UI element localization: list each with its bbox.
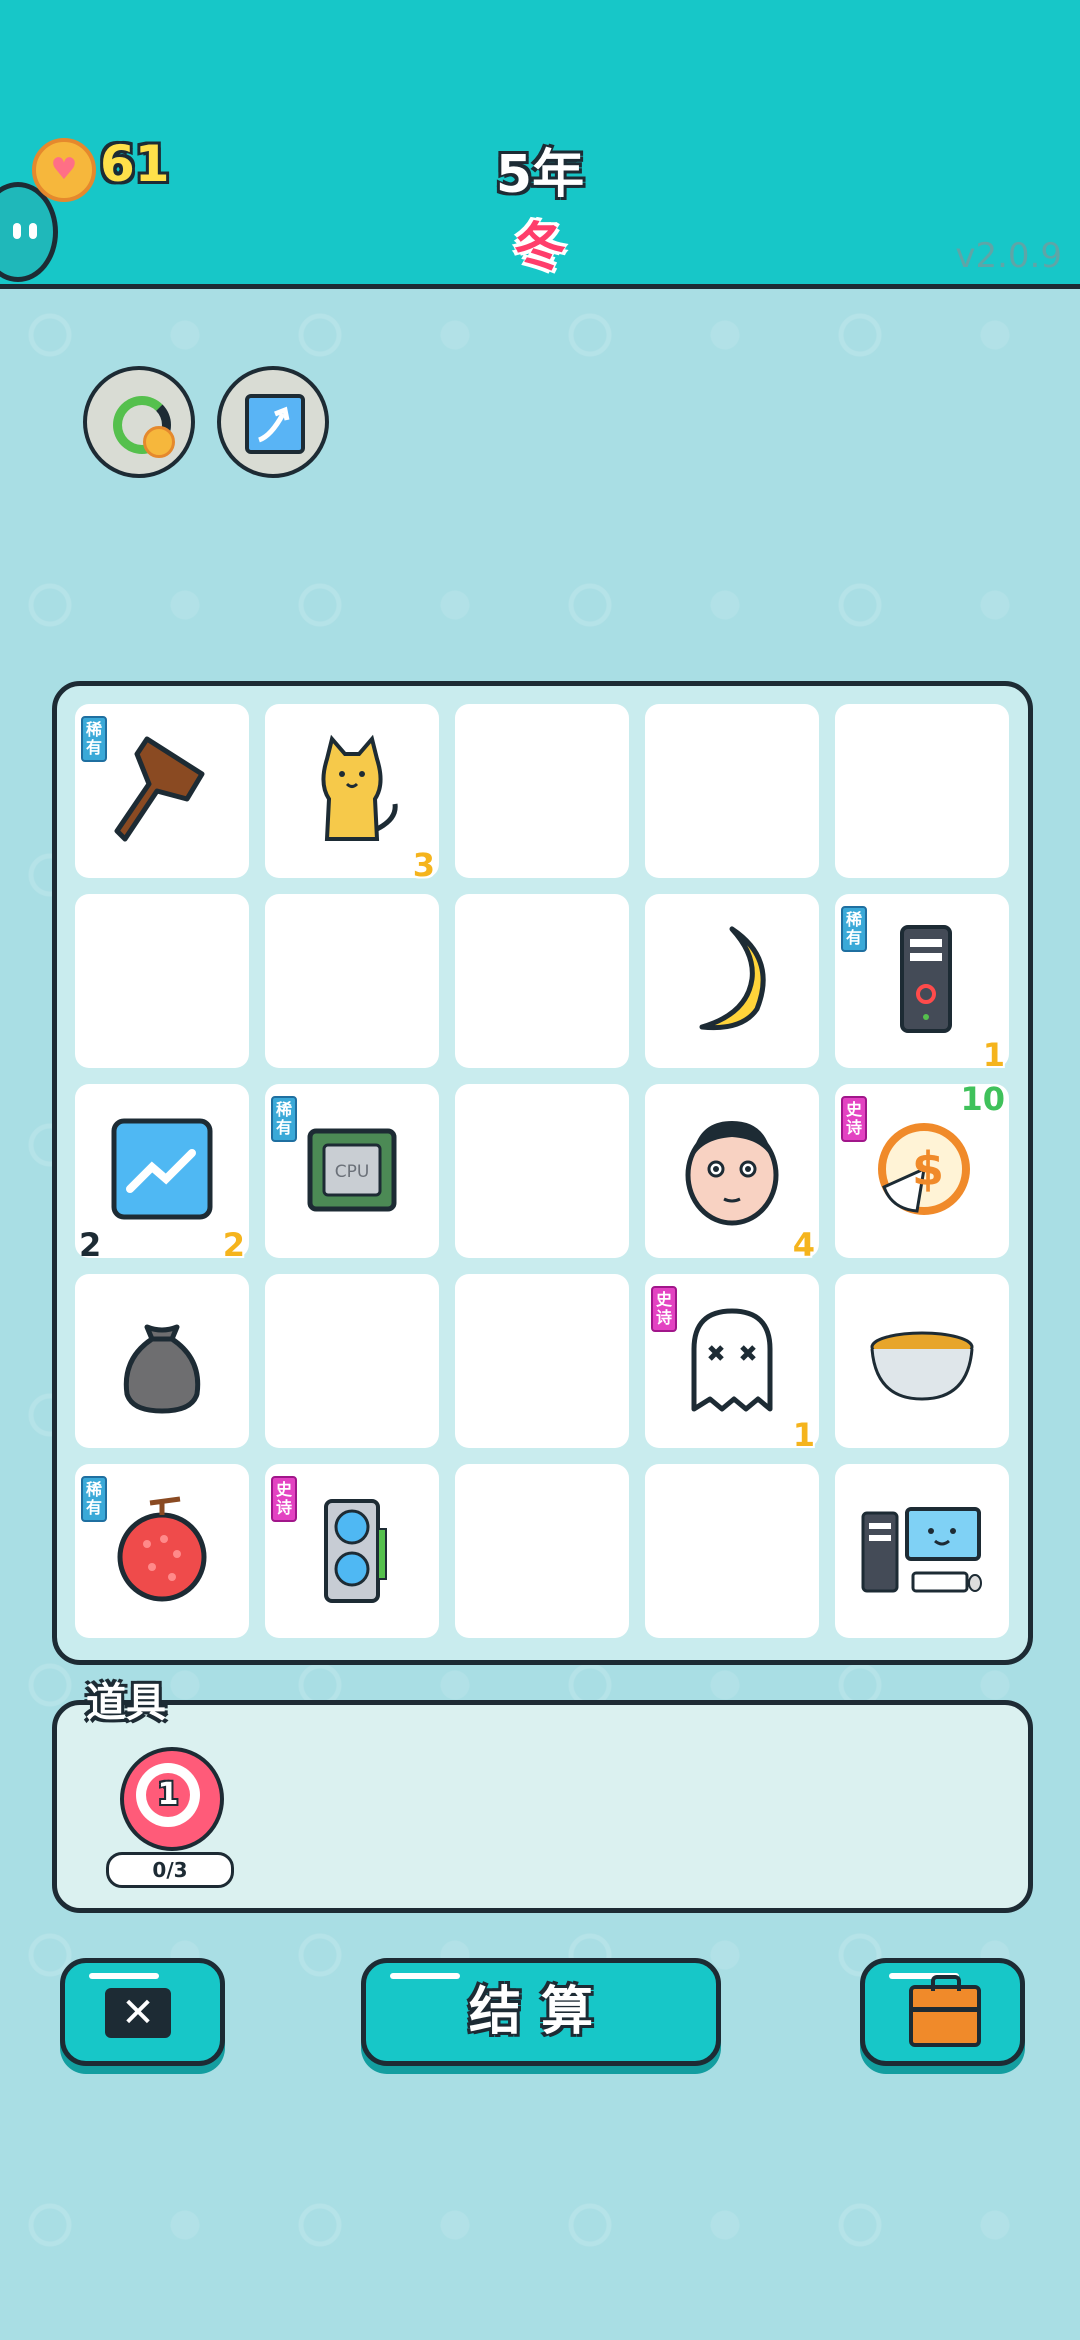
item-count: 4 xyxy=(792,1226,815,1264)
garbage-bag-icon xyxy=(97,1294,227,1424)
soup-bowl-icon xyxy=(857,1294,987,1424)
inventory-button[interactable] xyxy=(860,1958,1025,2066)
item-slot-bitcoin-pie[interactable]: $ 史诗 10 xyxy=(835,1080,1009,1258)
rarity-badge: 稀有 xyxy=(81,716,107,762)
cat-icon xyxy=(287,724,417,854)
empty-slot[interactable] xyxy=(455,1274,629,1448)
item-slot-pointing-finger[interactable]: 稀有 xyxy=(75,704,249,878)
item-board: 稀有 3 稀有 1 2 2 CPU 稀有 4 $ 史诗 10 史诗 1 稀有 史诗 xyxy=(52,681,1033,1665)
settle-button[interactable]: 结算 xyxy=(361,1958,721,2066)
empty-slot[interactable] xyxy=(645,704,819,878)
graphics-card-icon xyxy=(287,1484,417,1614)
man-face-icon xyxy=(667,1104,797,1234)
rarity-badge: 史诗 xyxy=(841,1096,867,1142)
item-slot-graphics-card[interactable]: 史诗 xyxy=(265,1464,439,1638)
item-slot-soup-bowl[interactable] xyxy=(835,1274,1009,1448)
pc-tower-icon xyxy=(857,914,987,1044)
reroll-button[interactable] xyxy=(83,366,195,478)
item-slot-cat[interactable]: 3 xyxy=(265,704,439,884)
item-slot-pc-tower[interactable]: 稀有 1 xyxy=(835,894,1009,1074)
upgrade-icon xyxy=(245,394,305,454)
empty-slot[interactable] xyxy=(645,1464,819,1638)
season-label: 冬 xyxy=(513,218,566,278)
item-slot-cpu[interactable]: CPU 稀有 xyxy=(265,1084,439,1258)
svg-text:$: $ xyxy=(912,1142,944,1196)
stock-chart-icon xyxy=(97,1104,227,1234)
item-slot-stock-chart[interactable]: 22 xyxy=(75,1084,249,1264)
prop-uses: 0/3 xyxy=(106,1852,234,1888)
pointing-finger-icon xyxy=(97,724,227,854)
item-slot-desktop-computer[interactable] xyxy=(835,1464,1009,1638)
year-label: 5年 xyxy=(495,145,585,205)
prop-level: 1 xyxy=(157,1777,179,1812)
briefcase-icon xyxy=(909,1975,981,2047)
empty-slot[interactable] xyxy=(265,1274,439,1448)
close-icon: ✕ xyxy=(105,1988,171,2038)
empty-slot[interactable] xyxy=(455,894,629,1068)
coin-count: 61 xyxy=(100,135,170,193)
desktop-computer-icon xyxy=(857,1484,987,1614)
item-slot-garbage-bag[interactable] xyxy=(75,1274,249,1448)
rarity-badge: 稀有 xyxy=(81,1476,107,1522)
skip-button[interactable]: ✕ xyxy=(60,1958,225,2066)
rarity-badge: 史诗 xyxy=(271,1476,297,1522)
heart-coin-icon: ♥ xyxy=(32,138,96,202)
item-count: 1 xyxy=(792,1416,815,1454)
item-slot-ghost[interactable]: 史诗 1 xyxy=(645,1274,819,1454)
item-count: 3 xyxy=(412,846,435,884)
empty-slot[interactable] xyxy=(75,894,249,1068)
settle-label: 结算 xyxy=(468,1982,613,2042)
cpu-icon: CPU xyxy=(287,1104,417,1234)
refresh-icon xyxy=(107,390,175,458)
lychee-icon xyxy=(97,1484,227,1614)
item-slot-banana[interactable] xyxy=(645,894,819,1068)
item-slot-lychee[interactable]: 稀有 xyxy=(75,1464,249,1638)
target-icon[interactable]: 1 xyxy=(120,1747,224,1851)
props-panel: 1 0/3 xyxy=(52,1700,1033,1913)
empty-slot[interactable] xyxy=(265,894,439,1068)
empty-slot[interactable] xyxy=(835,704,1009,878)
item-counter: 2 xyxy=(79,1226,102,1264)
version-label: v2.0.9 xyxy=(955,236,1062,276)
rarity-badge: 稀有 xyxy=(841,906,867,952)
empty-slot[interactable] xyxy=(455,1464,629,1638)
rarity-badge: 稀有 xyxy=(271,1096,297,1142)
props-title: 道具 xyxy=(86,1680,166,1726)
item-value: 10 xyxy=(960,1080,1005,1118)
banana-icon xyxy=(667,914,797,1044)
rarity-badge: 史诗 xyxy=(651,1286,677,1332)
item-count: 1 xyxy=(982,1036,1005,1074)
empty-slot[interactable] xyxy=(455,704,629,878)
item-slot-man-face[interactable]: 4 xyxy=(645,1084,819,1264)
upgrade-button[interactable] xyxy=(217,366,329,478)
item-count: 2 xyxy=(222,1226,245,1264)
bitcoin-pie-icon: $ xyxy=(857,1104,987,1234)
top-bar: ♥ 61 5年 冬 v2.0.9 xyxy=(0,0,1080,289)
ghost-icon xyxy=(667,1294,797,1424)
svg-text:CPU: CPU xyxy=(335,1162,370,1182)
empty-slot[interactable] xyxy=(455,1084,629,1258)
